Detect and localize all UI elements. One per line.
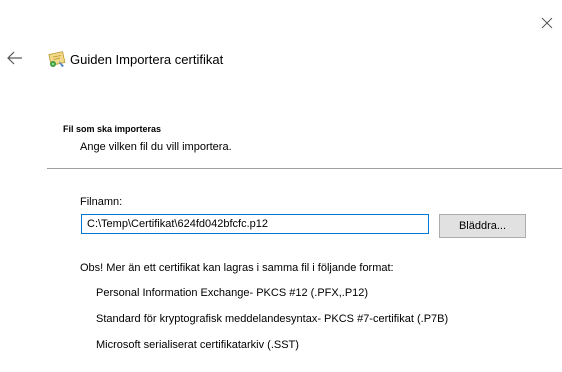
file-name-label: Filnamn: (80, 196, 123, 208)
section-description: Ange vilken fil du vill importera. (80, 141, 232, 153)
divider (47, 168, 562, 169)
back-arrow-icon[interactable] (7, 51, 23, 65)
format-item-pkcs7: Standard för kryptografisk meddelandesyn… (96, 313, 449, 325)
file-name-input[interactable] (81, 214, 429, 234)
format-item-sst: Microsoft serialiserat certifikatarkiv (… (96, 339, 299, 351)
browse-button[interactable]: Bläddra... (439, 214, 526, 238)
certificate-wizard-icon (48, 51, 66, 67)
section-title: Fil som ska importeras (63, 124, 162, 134)
close-icon[interactable] (540, 16, 554, 30)
format-item-pkcs12: Personal Information Exchange- PKCS #12 … (96, 287, 369, 299)
wizard-title: Guiden Importera certifikat (70, 52, 224, 67)
format-note: Obs! Mer än ett certifikat kan lagras i … (80, 262, 394, 274)
